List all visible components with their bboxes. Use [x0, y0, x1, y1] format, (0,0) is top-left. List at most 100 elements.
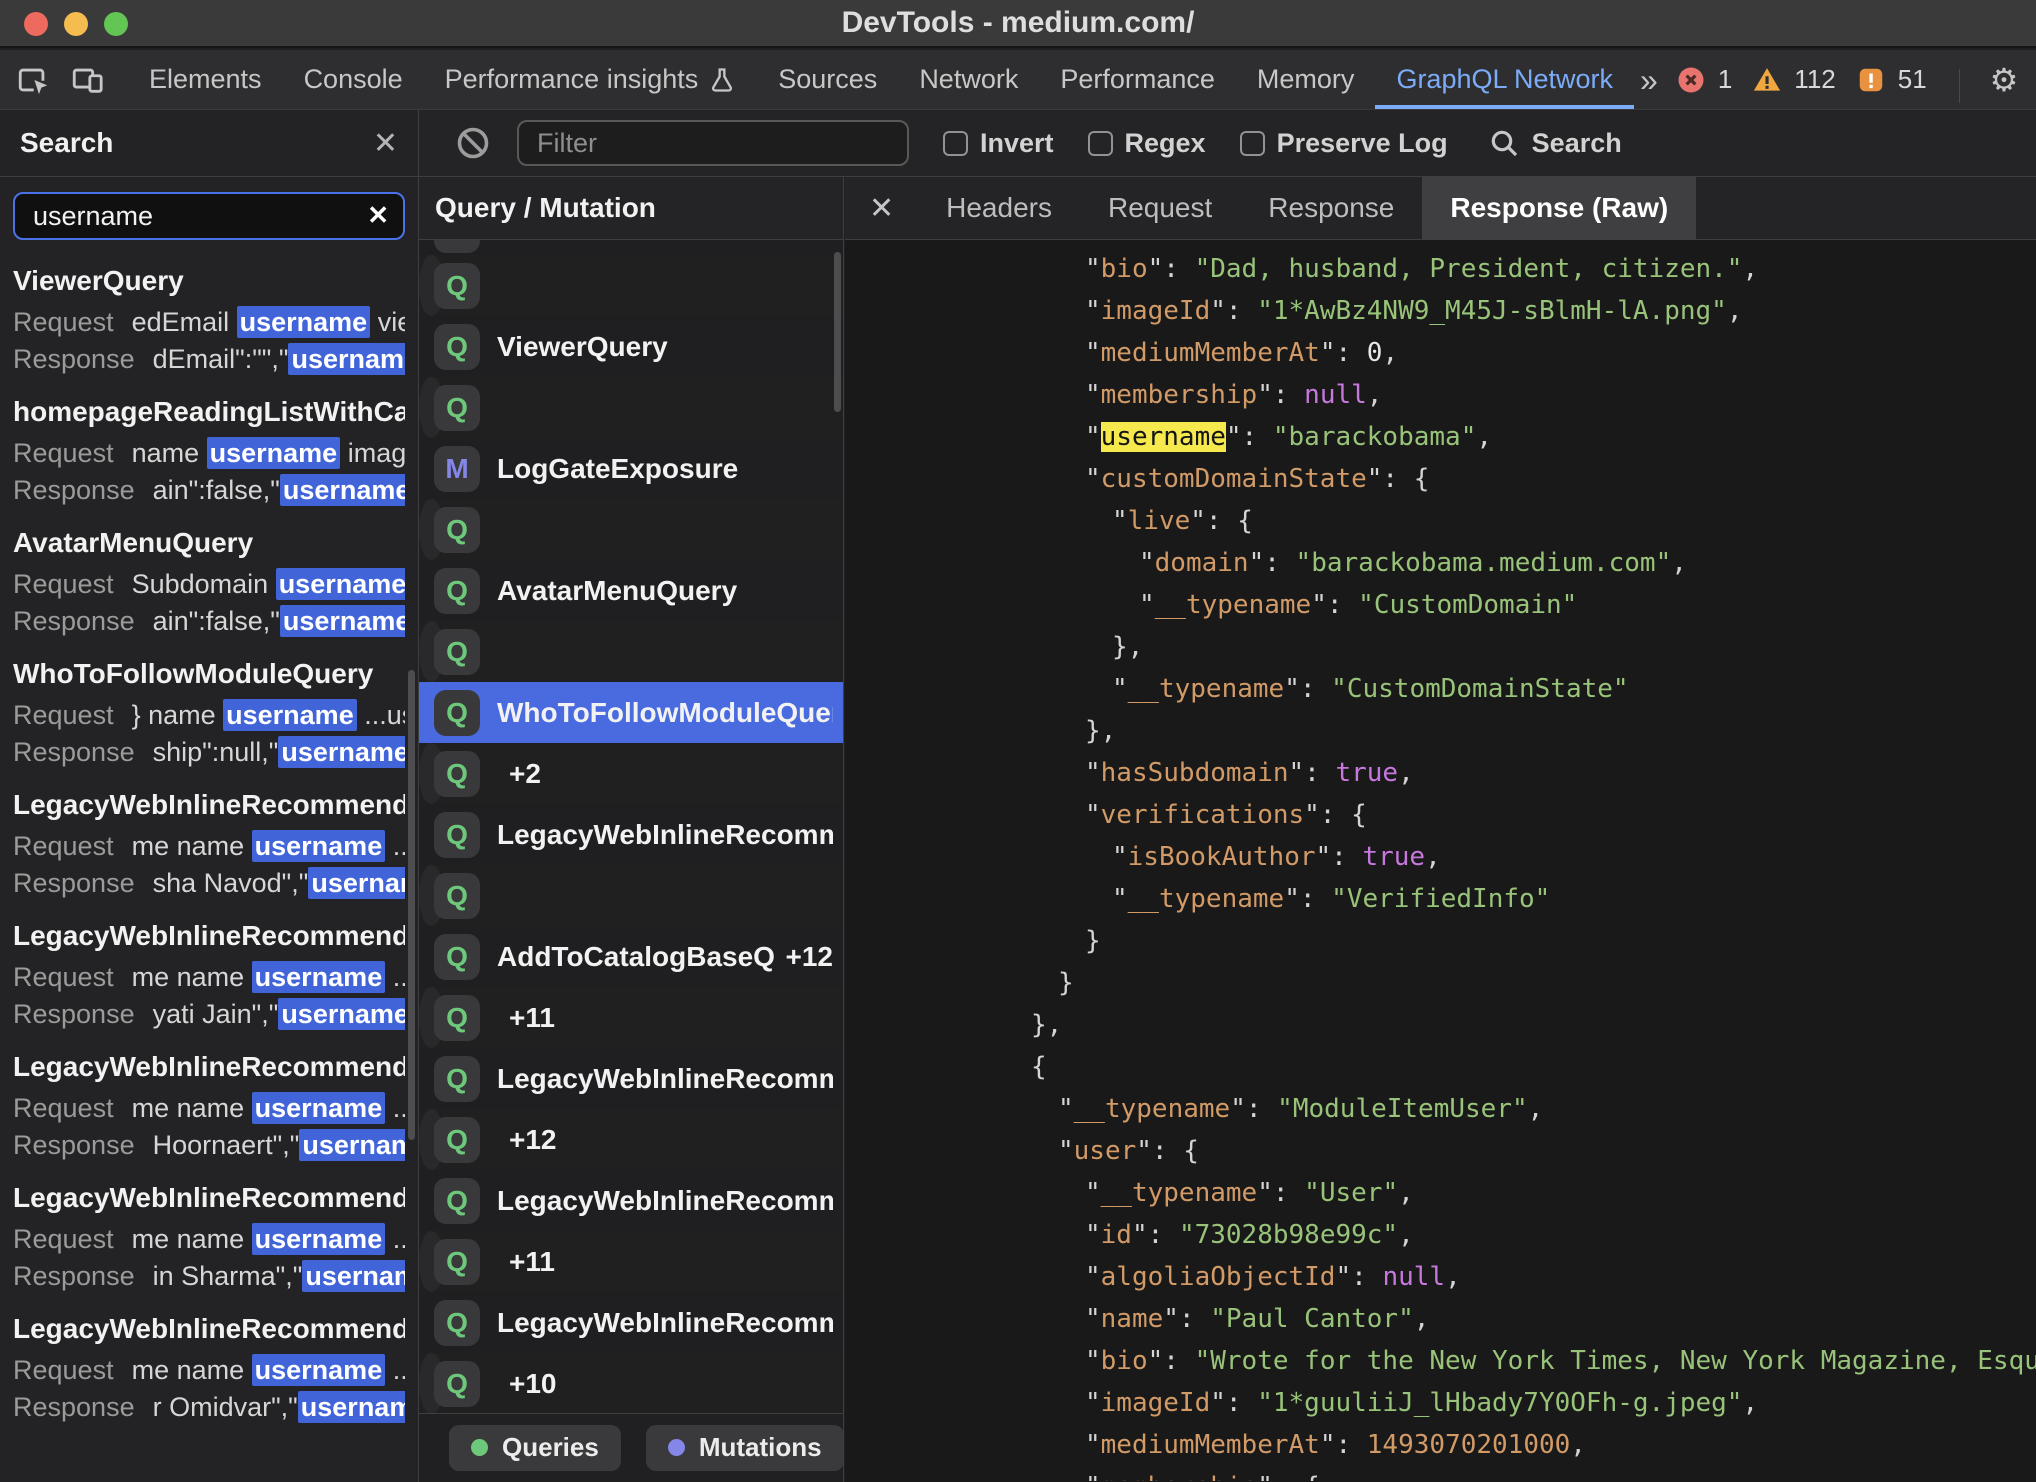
search-result-title[interactable]: homepageReadingListWithCatalog [13, 395, 405, 429]
json-token: ": { [1257, 1472, 1320, 1481]
tab-label: GraphQL Network [1396, 64, 1614, 94]
legend-label: Mutations [698, 1432, 822, 1462]
zoom-window-button[interactable] [104, 12, 128, 36]
tab-sources[interactable]: Sources [757, 50, 898, 109]
inspect-element-icon[interactable] [16, 63, 50, 97]
query-row-loggateexposure[interactable]: M LogGateExposure [419, 438, 843, 499]
tab-memory[interactable]: Memory [1236, 50, 1376, 109]
search-result-request-line[interactable]: Request} name username ...userU [13, 697, 405, 734]
json-token: ": [1257, 1178, 1305, 1208]
search-result-response-line[interactable]: Responsesha Navod","username":" [13, 865, 405, 902]
query-row-viewerquery[interactable]: Q ViewerQuery [419, 316, 843, 377]
search-match-highlight: username [299, 1129, 405, 1161]
details-tab-request[interactable]: Request [1080, 177, 1240, 239]
query-row-legacywebinlinerecommende[interactable]: QLegacyWebInlineRecommende [419, 1048, 843, 1109]
query-row-whotofollowmodulequery[interactable]: Q WhoToFollowModuleQuery [419, 682, 843, 743]
search-input[interactable] [13, 192, 405, 240]
query-row-legacywebinlinerecommende[interactable]: QLegacyWebInlineRecommende [419, 865, 480, 926]
search-result-request-line[interactable]: Request me name username ...Card [13, 1090, 405, 1127]
device-toolbar-icon[interactable] [70, 63, 104, 97]
line-kind-label: Request [13, 962, 114, 992]
search-result-response-line[interactable]: ResponseHoornaert","username":" [13, 1127, 405, 1164]
query-row-addtocatalogbasequery[interactable]: QAddToCatalogBaseQuery+11 [419, 987, 555, 1048]
search-result-request-line[interactable]: Request me name username ...Card [13, 1221, 405, 1258]
clear-log-icon[interactable] [455, 125, 491, 161]
query-row-homepagereadinglistwithcat[interactable]: QhomepageReadingListWithCat [419, 377, 480, 438]
search-result-title[interactable]: LegacyWebInlineRecommendedFe [13, 788, 405, 822]
checkbox-preserve-log[interactable]: Preserve Log [1239, 128, 1448, 159]
search-result-request-line[interactable]: Request name username imageId [13, 435, 405, 472]
match-context-before: yati Jain"," [152, 999, 279, 1029]
more-tabs-chevron-icon[interactable]: » [1634, 50, 1664, 110]
search-result-title[interactable]: LegacyWebInlineRecommendedFe [13, 919, 405, 953]
search-result-request-line[interactable]: Request edEmail username viewerId [13, 304, 405, 341]
search-result-request-line[interactable]: Request me name username ...Card [13, 959, 405, 996]
search-result-title[interactable]: LegacyWebInlineRecommendedFe [13, 1181, 405, 1215]
search-result-title[interactable]: LegacyWebInlineRecommendedFe [13, 1312, 405, 1346]
search-result-response-line[interactable]: Responser Omidvar","username":" [13, 1389, 405, 1426]
checkbox-regex[interactable]: Regex [1087, 128, 1206, 159]
tab-performance[interactable]: Performance [1039, 50, 1236, 109]
details-tab-response-raw[interactable]: Response (Raw) [1422, 177, 1697, 239]
query-row-count: +11 [509, 1001, 555, 1033]
query-row-legacywebinlinerecommende[interactable]: QLegacyWebInlineRecommende [419, 1292, 843, 1353]
checkbox-invert[interactable]: Invert [943, 128, 1054, 159]
query-row-rightsidebarquery[interactable]: QRightSidebarQuery [419, 621, 480, 682]
search-result-response-line[interactable]: Responsein Sharma","username":" [13, 1258, 405, 1295]
search-result-request-line[interactable]: Request me name username ...Card [13, 828, 405, 865]
match-context-after: ...Card [392, 962, 405, 992]
search-result-title[interactable]: WhoToFollowModuleQuery [13, 657, 405, 691]
query-row-addtocatalogbasequery[interactable]: QAddToCatalogBaseQuery+10 [419, 1353, 557, 1413]
search-result-response-line[interactable]: Responseyati Jain","username":"k [13, 996, 405, 1033]
close-details-icon[interactable]: ✕ [845, 177, 918, 239]
match-context-before: Hoornaert"," [152, 1130, 300, 1160]
issues-badge-icon[interactable] [1856, 65, 1886, 95]
settings-gear-icon[interactable]: ⚙ [1984, 50, 2025, 110]
query-row-addtocatalogbasequery[interactable]: QAddToCatalogBaseQuery+12 [419, 1109, 557, 1170]
search-result-response-line[interactable]: Responseain":false,"username":"v [13, 472, 405, 509]
tab-console[interactable]: Console [283, 50, 424, 109]
json-token: "73028b98e99c" [1178, 1220, 1399, 1250]
filter-input[interactable] [517, 120, 909, 166]
search-result-response-line[interactable]: Responseship":null,"username":"b [13, 734, 405, 771]
warning-badge-icon[interactable] [1752, 65, 1782, 95]
search-sidebar-close-icon[interactable]: ✕ [373, 126, 398, 161]
tab-performance-insights[interactable]: Performance insights [424, 50, 758, 109]
search-result-request-line[interactable]: Request me name username ...Card [13, 1352, 405, 1389]
tab-graphql-network[interactable]: GraphQL Network [1375, 50, 1634, 109]
sidebar-scrollbar-thumb[interactable] [408, 670, 415, 1140]
query-list-scrollbar-thumb[interactable] [834, 252, 841, 412]
close-window-button[interactable] [24, 12, 48, 36]
search-result-response-line[interactable]: Responseain":false,"username":"v [13, 603, 405, 640]
json-token: " [1085, 254, 1101, 284]
json-line: "__typename": "CustomDomainState" [845, 668, 2036, 710]
query-row-addtocatalogbasequery[interactable]: QAddToCatalogBaseQuery+11 [419, 1231, 555, 1292]
checkbox-box[interactable] [1239, 130, 1265, 156]
search-result-title[interactable]: ViewerQuery [13, 264, 405, 298]
search-result-title[interactable]: AvatarMenuQuery [13, 526, 405, 560]
tab-elements[interactable]: Elements [128, 50, 283, 109]
tab-network[interactable]: Network [898, 50, 1039, 109]
legend-queries[interactable]: Queries [449, 1424, 621, 1471]
details-tab-response[interactable]: Response [1240, 177, 1422, 239]
error-badge-icon[interactable] [1676, 65, 1706, 95]
search-result-request-line[interactable]: RequestSubdomain username } fra [13, 566, 405, 603]
query-row-avatarmenuquery[interactable]: Q AvatarMenuQuery [419, 560, 843, 621]
toolbar-search[interactable]: Search [1488, 127, 1622, 159]
search-result-response-line[interactable]: ResponsedEmail":"","username":" [13, 341, 405, 378]
checkbox-box[interactable] [943, 130, 968, 156]
query-row-homemaincontentheaderque[interactable]: QHomeMainContentHeaderQue [419, 499, 480, 560]
search-result-title[interactable]: LegacyWebInlineRecommendedFe [13, 1050, 405, 1084]
query-row-unreadnotificationcount[interactable]: QUnreadNotificationCount [419, 255, 480, 316]
query-row-addtocatalogbasequery[interactable]: QAddToCatalogBaseQuery+12 [419, 926, 843, 987]
partial-query-row[interactable] [419, 240, 843, 255]
query-row-legacywebinlinerecommende[interactable]: QLegacyWebInlineRecommende [419, 804, 843, 865]
query-row-legacywebinlinerecommende[interactable]: QLegacyWebInlineRecommende [419, 1170, 843, 1231]
json-token: , [1366, 380, 1383, 410]
clear-search-icon[interactable]: ✕ [367, 200, 389, 231]
checkbox-box[interactable] [1087, 130, 1113, 156]
details-tab-headers[interactable]: Headers [918, 177, 1080, 239]
query-row-uservieweredge[interactable]: QUserViewerEdge+2 [419, 743, 541, 804]
minimize-window-button[interactable] [64, 12, 88, 36]
legend-mutations[interactable]: Mutations [645, 1424, 843, 1471]
